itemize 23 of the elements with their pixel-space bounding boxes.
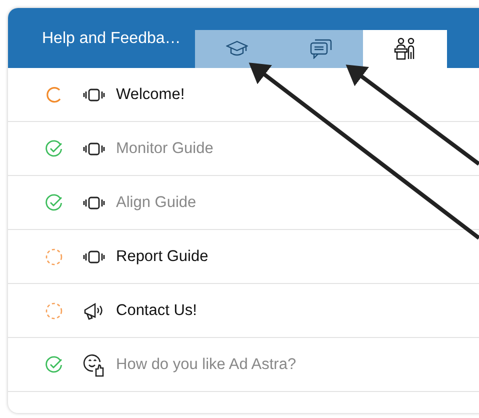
device-icon [83,88,105,102]
device-icon [83,196,105,210]
guide-row[interactable]: Contact Us! [8,284,479,338]
guide-label: Contact Us! [116,302,197,320]
guide-label: Align Guide [116,194,196,212]
chat-icon [310,39,332,59]
guide-label: Report Guide [116,248,208,266]
tab[interactable] [195,30,279,68]
smiley-thumbs-up-icon [83,352,105,376]
guide-row[interactable]: Align Guide [8,176,479,230]
guide-label: How do you like Ad Astra? [116,356,296,374]
guide-row[interactable]: Monitor Guide [8,122,479,176]
tab[interactable] [363,30,447,68]
device-icon [83,142,105,156]
guide-row[interactable]: Welcome! [8,68,479,122]
panel-title: Help and Feedba… [41,30,182,48]
guide-row[interactable]: Report Guide [8,230,479,284]
presenter-icon [393,37,417,61]
guide-label: Welcome! [116,86,185,104]
guide-label: Monitor Guide [116,140,214,158]
guide-row[interactable]: How do you like Ad Astra? [8,338,479,392]
device-icon [83,250,105,264]
graduation-cap-icon [226,40,248,58]
